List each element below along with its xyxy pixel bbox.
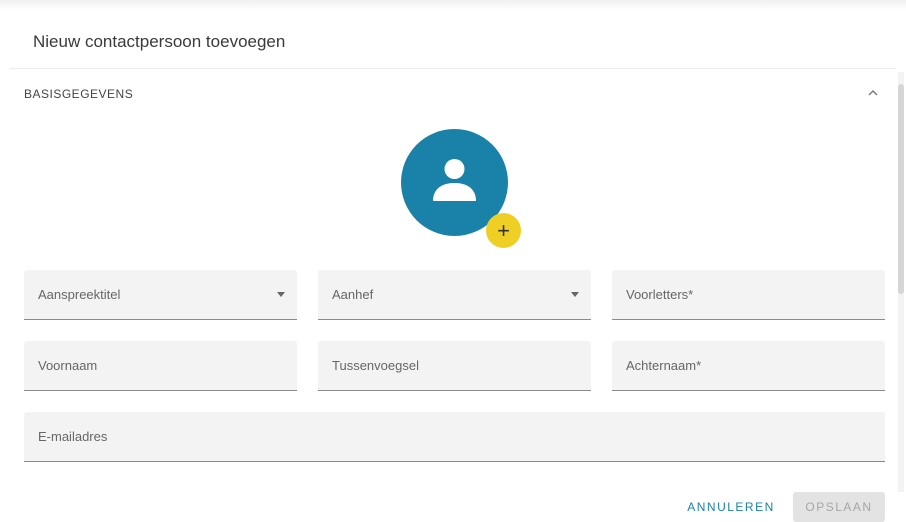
voornaam-input[interactable] [24,341,297,390]
aanhef-input[interactable] [318,270,591,319]
cancel-button[interactable]: ANNULEREN [681,492,781,522]
person-icon [433,159,476,201]
aanhef-select[interactable] [318,270,591,320]
voorletters-field[interactable] [612,270,885,320]
add-contact-dialog: Nieuw contactpersoon toevoegen BASISGEGE… [0,0,906,522]
plus-icon: + [497,217,510,243]
chevron-up-icon[interactable] [864,84,882,102]
email-input[interactable] [24,412,885,461]
dialog-top-edge [0,0,906,10]
email-field[interactable] [24,412,885,462]
tussenvoegsel-input[interactable] [318,341,591,390]
voorletters-input[interactable] [612,270,885,319]
achternaam-field[interactable] [612,341,885,391]
add-photo-button[interactable]: + [486,213,521,248]
scrollbar-thumb[interactable] [898,84,904,294]
save-button[interactable]: OPSLAAN [793,492,885,522]
dropdown-arrow-icon[interactable] [277,292,285,297]
aanspreektitel-select[interactable] [24,270,297,320]
tussenvoegsel-field[interactable] [318,341,591,391]
aanspreektitel-input[interactable] [24,270,297,319]
achternaam-input[interactable] [612,341,885,390]
dialog-title: Nieuw contactpersoon toevoegen [33,32,286,51]
voornaam-field[interactable] [24,341,297,391]
dropdown-arrow-icon[interactable] [571,292,579,297]
section-title: BASISGEGEVENS [24,87,134,101]
